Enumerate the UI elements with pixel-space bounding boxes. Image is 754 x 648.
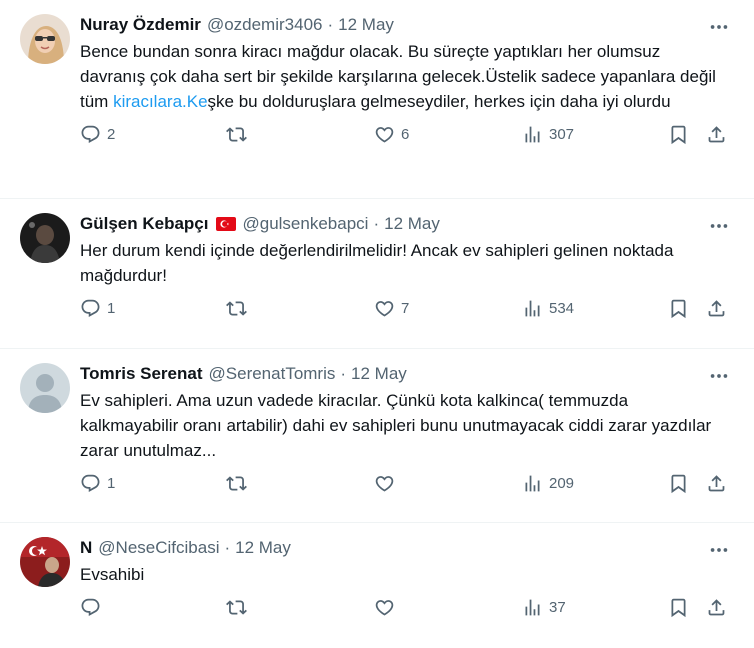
like-count: 6 [401, 125, 410, 143]
reply-button[interactable]: 2 [80, 122, 115, 146]
tweet-date[interactable]: 12 May [235, 538, 291, 558]
author-name[interactable]: Nuray Özdemir [80, 15, 201, 35]
action-bar: 1 7 534 [80, 288, 738, 346]
tweet[interactable]: Tomris Serenat @SerenatTomris · 12 May E… [0, 349, 754, 523]
action-bar: 37 [80, 587, 738, 645]
author-name[interactable]: N [80, 538, 92, 558]
reply-icon [81, 474, 100, 492]
tweet-date[interactable]: 12 May [338, 15, 394, 35]
reply-count: 2 [107, 125, 116, 143]
bookmark-button[interactable] [668, 471, 689, 495]
author-name[interactable]: Gülşen Kebapçı [80, 214, 208, 234]
retweet-icon [226, 599, 247, 615]
tweet-text: Her durum kendi içinde değerlendirilmeli… [80, 241, 674, 285]
retweet-icon [226, 126, 247, 142]
share-button[interactable] [706, 296, 727, 320]
author-name[interactable]: Tomris Serenat [80, 364, 203, 384]
tweet[interactable]: Nuray Özdemir @ozdemir3406 · 12 May Benc… [0, 0, 754, 199]
analytics-icon [525, 599, 540, 615]
view-count: 209 [549, 474, 575, 492]
author-handle[interactable]: @NeseCifcibasi [98, 538, 219, 558]
tweet-text: Evsahibi [80, 565, 145, 584]
action-bar: 1 209 [80, 463, 738, 521]
retweet-button[interactable] [226, 471, 253, 495]
more-icon[interactable] [708, 539, 730, 561]
bookmark-icon [671, 125, 686, 144]
share-button[interactable] [706, 595, 727, 619]
avatar[interactable] [20, 14, 70, 64]
reply-button[interactable] [80, 595, 107, 619]
reply-count: 1 [107, 474, 116, 492]
retweet-button[interactable] [226, 122, 253, 146]
more-icon[interactable] [708, 215, 730, 237]
retweet-button[interactable] [226, 595, 253, 619]
views-button[interactable]: 534 [522, 296, 574, 320]
avatar[interactable] [20, 537, 70, 587]
analytics-icon [525, 475, 540, 491]
avatar[interactable] [20, 213, 70, 263]
share-button[interactable] [706, 471, 727, 495]
like-button[interactable] [374, 595, 401, 619]
share-icon [708, 125, 725, 142]
reply-icon [81, 299, 100, 317]
like-button[interactable]: 6 [374, 122, 409, 146]
action-bar: 2 6 307 [80, 114, 738, 172]
bookmark-button[interactable] [668, 122, 689, 146]
separator-dot: · [340, 364, 347, 383]
views-button[interactable]: 209 [522, 471, 574, 495]
tweet-link[interactable]: kiracılara.Ke [113, 92, 207, 111]
view-count: 534 [549, 299, 575, 317]
view-count: 307 [549, 125, 575, 143]
view-count: 37 [549, 598, 566, 616]
retweet-icon [226, 475, 247, 491]
avatar[interactable] [20, 363, 70, 413]
more-icon[interactable] [708, 365, 730, 387]
share-icon [708, 299, 725, 316]
like-button[interactable]: 7 [374, 296, 409, 320]
tweet-text: Bence bundan sonra kiracı mağdur olacak.… [80, 39, 738, 114]
reply-icon [81, 125, 100, 143]
share-icon [708, 598, 725, 615]
analytics-icon [525, 300, 540, 316]
tweet-text-end: şke bu dolduruşlara gelmeseydiler, herke… [207, 92, 671, 111]
retweet-button[interactable] [226, 296, 253, 320]
heart-icon [375, 599, 394, 616]
bookmark-button[interactable] [668, 296, 689, 320]
separator-dot: · [373, 214, 380, 233]
bookmark-icon [671, 598, 686, 617]
author-handle[interactable]: @gulsenkebapci [242, 214, 368, 234]
analytics-icon [525, 126, 540, 142]
like-button[interactable] [374, 471, 401, 495]
heart-icon [375, 475, 394, 492]
tweet-date[interactable]: 12 May [384, 214, 440, 234]
retweet-icon [226, 300, 247, 316]
author-handle[interactable]: @SerenatTomris [209, 364, 336, 384]
tweet-text: Ev sahipleri. Ama uzun vadede kiracılar.… [80, 391, 712, 460]
author-handle[interactable]: @ozdemir3406 [207, 15, 323, 35]
tweet-date[interactable]: 12 May [351, 364, 407, 384]
views-button[interactable]: 37 [522, 595, 566, 619]
separator-dot: · [327, 15, 334, 34]
separator-dot: · [224, 538, 231, 557]
tweet[interactable]: Gülşen Kebapçı @gulsenkebapci · 12 May H… [0, 199, 754, 349]
reply-button[interactable]: 1 [80, 471, 115, 495]
turkey-flag-icon [216, 217, 237, 231]
heart-icon [375, 126, 394, 143]
more-icon[interactable] [708, 16, 730, 38]
heart-icon [375, 300, 394, 317]
reply-count: 1 [107, 299, 116, 317]
like-count: 7 [401, 299, 410, 317]
bookmark-button[interactable] [668, 595, 689, 619]
views-button[interactable]: 307 [522, 122, 574, 146]
reply-icon [81, 598, 100, 616]
bookmark-icon [671, 299, 686, 318]
share-icon [708, 474, 725, 491]
share-button[interactable] [706, 122, 727, 146]
bookmark-icon [671, 474, 686, 493]
tweet[interactable]: N @NeseCifcibasi · 12 May Evsahibi 37 [0, 523, 754, 648]
reply-button[interactable]: 1 [80, 296, 115, 320]
